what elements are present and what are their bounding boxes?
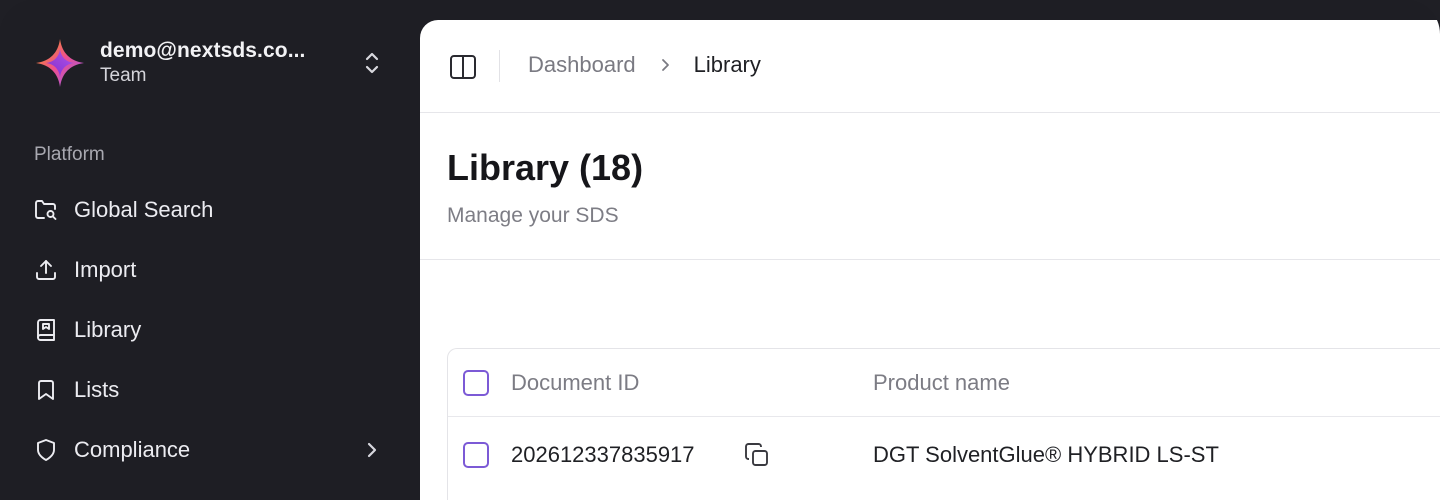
app-window: demo@nextsds.co... Team Platform Global … [0,0,1440,500]
sidebar-item-label: Global Search [74,197,214,222]
book-icon [37,319,55,341]
product-name-cell: DGT SolventGlue® HYBRID LS-ST [873,442,1219,467]
select-all-checkbox[interactable] [463,369,489,396]
bookmark-icon [38,380,54,400]
sidebar-item-label: Lists [74,377,120,402]
sidebar-item-import[interactable]: Import [30,240,390,300]
chevrons-up-down-icon [365,52,379,74]
team-switcher[interactable]: demo@nextsds.co... Team [34,36,384,90]
page-title: Library (18) [447,147,644,188]
breadcrumb-current: Library [693,52,761,77]
folder-search-icon [35,200,57,220]
breadcrumb: Dashboard Library [528,52,761,78]
sidebar-item-library[interactable]: Library [30,300,390,360]
team-email: demo@nextsds.co... [100,39,306,62]
top-bar: Dashboard Library [420,20,1440,113]
column-header-product-name[interactable]: Product name [873,370,1010,396]
sidebar-item-global-search[interactable]: Global Search [30,180,390,240]
sidebar: demo@nextsds.co... Team Platform Global … [0,0,420,500]
sidebar-section-label: Platform [34,144,105,165]
copy-icon[interactable] [744,442,770,468]
sidebar-item-lists[interactable]: Lists [30,360,390,420]
chevron-right-icon [367,442,377,458]
column-header-document-id[interactable]: Document ID [511,370,639,396]
sparkle-logo-icon [36,39,84,87]
topbar-divider [499,50,500,82]
sidebar-item-label: Import [74,257,137,282]
shield-icon [37,439,55,461]
breadcrumb-dashboard-link[interactable]: Dashboard [528,52,636,78]
table-header-row: Document ID Product name [448,349,1440,417]
library-table: Document ID Product name 202612337835917… [447,348,1440,500]
sidebar-item-label: Compliance [74,437,191,462]
sidebar-item-label: Library [74,317,142,342]
panel-left-icon[interactable] [449,54,477,80]
sidebar-nav: Global Search Import Library Lists Compl… [30,180,390,480]
chevron-right-icon [661,59,669,71]
page-header: Library (18) Manage your SDS [420,113,1440,260]
sidebar-item-compliance[interactable]: Compliance [30,420,390,480]
row-select-checkbox[interactable] [463,442,489,468]
page-subtitle: Manage your SDS [447,204,619,227]
upload-icon [36,260,56,280]
table-row[interactable]: 202612337835917 DGT SolventGlue® HYBRID … [448,421,1440,489]
team-role: Team [100,65,147,87]
document-id-cell: 202612337835917 [511,442,695,467]
